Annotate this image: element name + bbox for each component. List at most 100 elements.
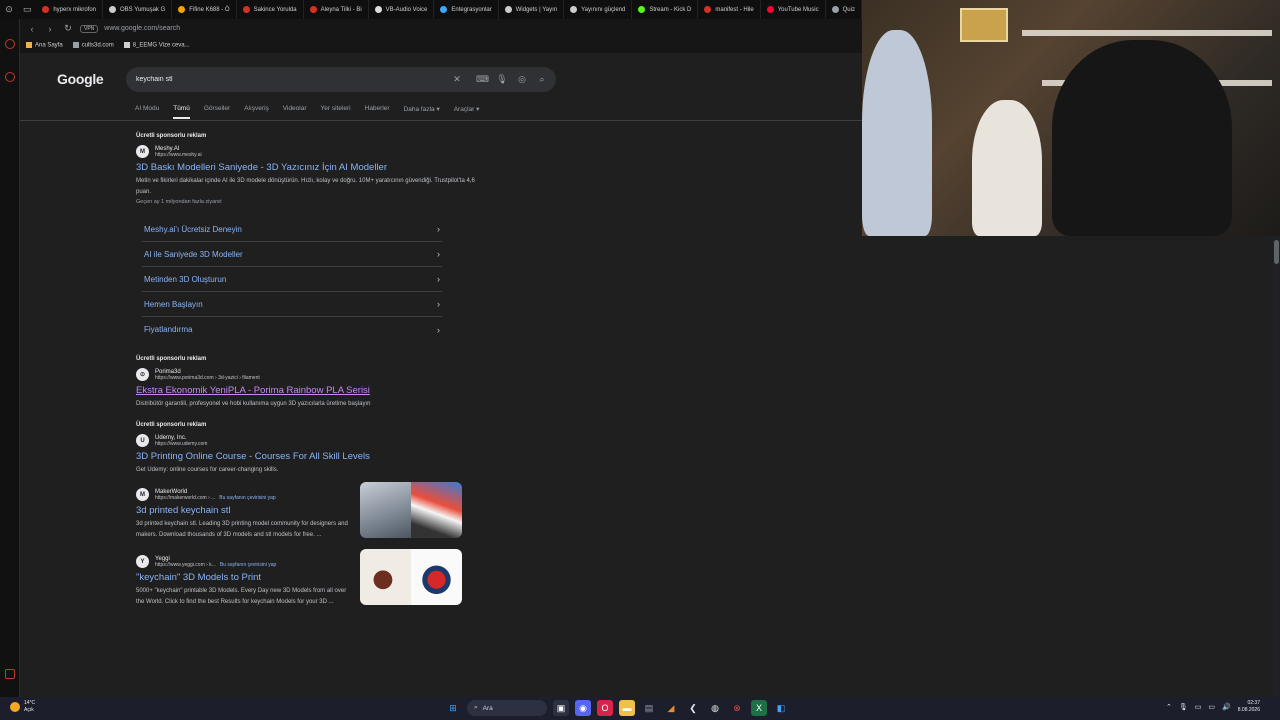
browser-tab[interactable]: Widgets | Yayın [499, 0, 565, 19]
clear-icon[interactable]: ✕ [451, 74, 463, 85]
file-explorer-icon[interactable]: ▬ [619, 700, 635, 716]
sitelink[interactable]: Metinden 3D Oluşturun › [142, 267, 442, 292]
result-thumbnail[interactable] [360, 549, 462, 605]
tab-list-icon[interactable]: ▭ [18, 0, 36, 19]
taskbar-apps: ⊞ ⌕ Ara ▣ ◉ O ▬ ▤ ◢ ❮ ◍ ⊗ X ◧ [445, 700, 789, 716]
monitor-icon[interactable]: ▭ [1208, 703, 1215, 711]
site-url[interactable]: https://www.porima3d.com › 3d-yazici › f… [155, 375, 260, 381]
browser-tab[interactable]: Stream - Kick D [632, 0, 699, 19]
bookmark-item[interactable]: 8_EEMG Vize ceva... [123, 42, 190, 49]
google-logo[interactable]: Google [57, 71, 104, 87]
result-title[interactable]: "keychain" 3D Models to Print [136, 572, 356, 583]
browser-tab[interactable]: Sakince Yorulda [237, 0, 304, 19]
result-thumbnail[interactable] [360, 482, 462, 538]
address-bar[interactable]: www.google.com/search [104, 25, 180, 32]
translate-link[interactable]: Bu sayfanın çevirisini yap [219, 495, 275, 501]
browser-tab[interactable]: Quiz [826, 0, 862, 19]
weather-widget[interactable]: 14°C Açık [10, 700, 35, 714]
vpn-badge[interactable]: VPN [80, 24, 99, 33]
translate-link[interactable]: Bu sayfanın çevirisini yap [220, 562, 276, 568]
browser-tab[interactable]: Yayınını güçlend [564, 0, 633, 19]
tab-ai-mode[interactable]: AI Modu [135, 105, 159, 119]
browser-tab[interactable]: Entegrasyonlar [434, 0, 499, 19]
tab-tools[interactable]: Araçlar ▾ [454, 105, 480, 119]
tab-shopping[interactable]: Alışveriş [244, 105, 269, 119]
tab-all[interactable]: Tümü [173, 105, 190, 119]
battery-icon[interactable]: ▭ [1195, 703, 1202, 711]
browser-tab[interactable]: manifest - Hile [698, 0, 761, 19]
browser-tab[interactable]: YouTube Music [761, 0, 826, 19]
tab-news[interactable]: Haberler [365, 105, 390, 119]
page-scrollbar[interactable] [1273, 236, 1280, 697]
bookmark-item[interactable]: Ana Sayfa [26, 42, 63, 49]
sitelinks: Meshy.ai'ı Ücretsiz Deneyin › AI ile Sani… [142, 217, 442, 342]
browser-tab-bar: ⊙ ▭ hyperx mikrofon OBS Yumuşak G Fifine K… [0, 0, 862, 19]
lens-icon[interactable]: ◎ [516, 74, 528, 85]
sitelink[interactable]: Fiyatlandırma › [142, 317, 442, 342]
system-tray: ⌃ 🎙 ▭ ▭ 🔊 02:37 8.08.2026 [1166, 700, 1260, 714]
opera-icon[interactable]: O [597, 700, 613, 716]
app-icon[interactable]: ▤ [641, 700, 657, 716]
browser-tab[interactable]: Aleyna Tilki - Bi [304, 0, 369, 19]
udemy-favicon: U [136, 434, 149, 447]
volume-icon[interactable]: 🔊 [1222, 703, 1231, 711]
taskbar-search[interactable]: ⌕ Ara [467, 700, 547, 716]
back-icon[interactable]: ‹ [26, 24, 38, 34]
reload-icon[interactable]: ↻ [62, 23, 74, 34]
result-title[interactable]: 3D Baskı Modelleri Saniyede - 3D Yazıcın… [136, 162, 476, 173]
clock[interactable]: 02:37 8.08.2026 [1238, 700, 1260, 714]
tab-favicon-icon [42, 6, 50, 13]
discord-icon[interactable]: ◉ [575, 700, 591, 716]
sidebar-settings-icon[interactable] [5, 669, 15, 679]
browser-tab[interactable]: VB-Audio Voice [369, 0, 435, 19]
app-icon[interactable]: ❮ [685, 700, 701, 716]
result-title[interactable]: 3D Printing Online Course - Courses For … [136, 451, 476, 462]
app-icon[interactable]: ◧ [773, 700, 789, 716]
result-description: 3d printed keychain stl. Leading 3D prin… [136, 521, 348, 538]
task-view-icon[interactable]: ▣ [553, 700, 569, 716]
tab-places[interactable]: Yer siteleri [321, 105, 351, 119]
sitelink[interactable]: Hemen Başlayın › [142, 292, 442, 317]
excel-icon[interactable]: X [751, 700, 767, 716]
keyboard-icon[interactable]: ⌨ [476, 74, 489, 85]
chevron-right-icon: › [437, 249, 440, 259]
tab-images[interactable]: Görseller [204, 105, 230, 119]
browser-tab[interactable]: OBS Yumuşak G [103, 0, 173, 19]
result-title[interactable]: 3d printed keychain stl [136, 505, 356, 516]
tab-favicon-icon [440, 6, 448, 13]
app-icon[interactable]: ⊗ [729, 700, 745, 716]
chevron-up-icon[interactable]: ⌃ [1166, 703, 1172, 711]
site-url[interactable]: https://www.udemy.com [155, 441, 207, 447]
windows-taskbar: 14°C Açık ⊞ ⌕ Ara ▣ ◉ O ▬ ▤ ◢ ❮ ◍ ⊗ X ◧ ⌃ … [0, 697, 1280, 720]
microphone-icon[interactable]: 🎙 [1179, 703, 1188, 711]
search-icon[interactable]: ⌕ [536, 74, 548, 85]
sponsored-label: Ücretli sponsorlu reklam [136, 422, 207, 428]
sun-icon [10, 702, 20, 712]
browser-menu-icon[interactable]: ⊙ [0, 0, 18, 19]
organic-result-yeggi: Y Yeggi https://www.yeggi.com › k... Bu s… [136, 549, 462, 608]
scroll-thumb[interactable] [1274, 240, 1279, 264]
search-input[interactable] [136, 76, 436, 83]
browser-tab[interactable]: Fifine K688 - Ö [172, 0, 237, 19]
bookmark-item[interactable]: cults3d.com [72, 42, 114, 49]
microphone-icon[interactable]: 🎙 [496, 74, 508, 85]
tab-label: hyperx mikrofon [53, 6, 96, 13]
app-icon[interactable]: ◢ [663, 700, 679, 716]
search-box[interactable]: ✕ ⌨ 🎙 ◎ ⌕ [126, 67, 556, 92]
tab-favicon-icon [109, 6, 116, 13]
site-url[interactable]: https://www.meshy.ai [155, 152, 202, 158]
browser-tab[interactable]: hyperx mikrofon [36, 0, 103, 19]
result-title[interactable]: Ekstra Ekonomik YeniPLA - Porima Rainbow… [136, 385, 476, 396]
chrome-icon[interactable]: ◍ [707, 700, 723, 716]
tab-videos[interactable]: Videolar [283, 105, 307, 119]
tab-more[interactable]: Daha fazla ▾ [404, 105, 440, 119]
site-url[interactable]: https://makerworld.com › ... Bu sayfanın … [155, 495, 276, 501]
sidebar-clock-icon[interactable] [5, 72, 15, 82]
site-url[interactable]: https://www.yeggi.com › k... Bu sayfanın … [155, 562, 276, 568]
bookmarks-bar: Ana Sayfa cults3d.com 8_EEMG Vize ceva..… [20, 38, 862, 53]
sidebar-app-icon[interactable] [5, 39, 15, 49]
sitelink[interactable]: Meshy.ai'ı Ücretsiz Deneyin › [142, 217, 442, 242]
sitelink[interactable]: AI ile Saniyede 3D Modeller › [142, 242, 442, 267]
forward-icon[interactable]: › [44, 24, 56, 34]
windows-start-icon[interactable]: ⊞ [445, 700, 461, 716]
